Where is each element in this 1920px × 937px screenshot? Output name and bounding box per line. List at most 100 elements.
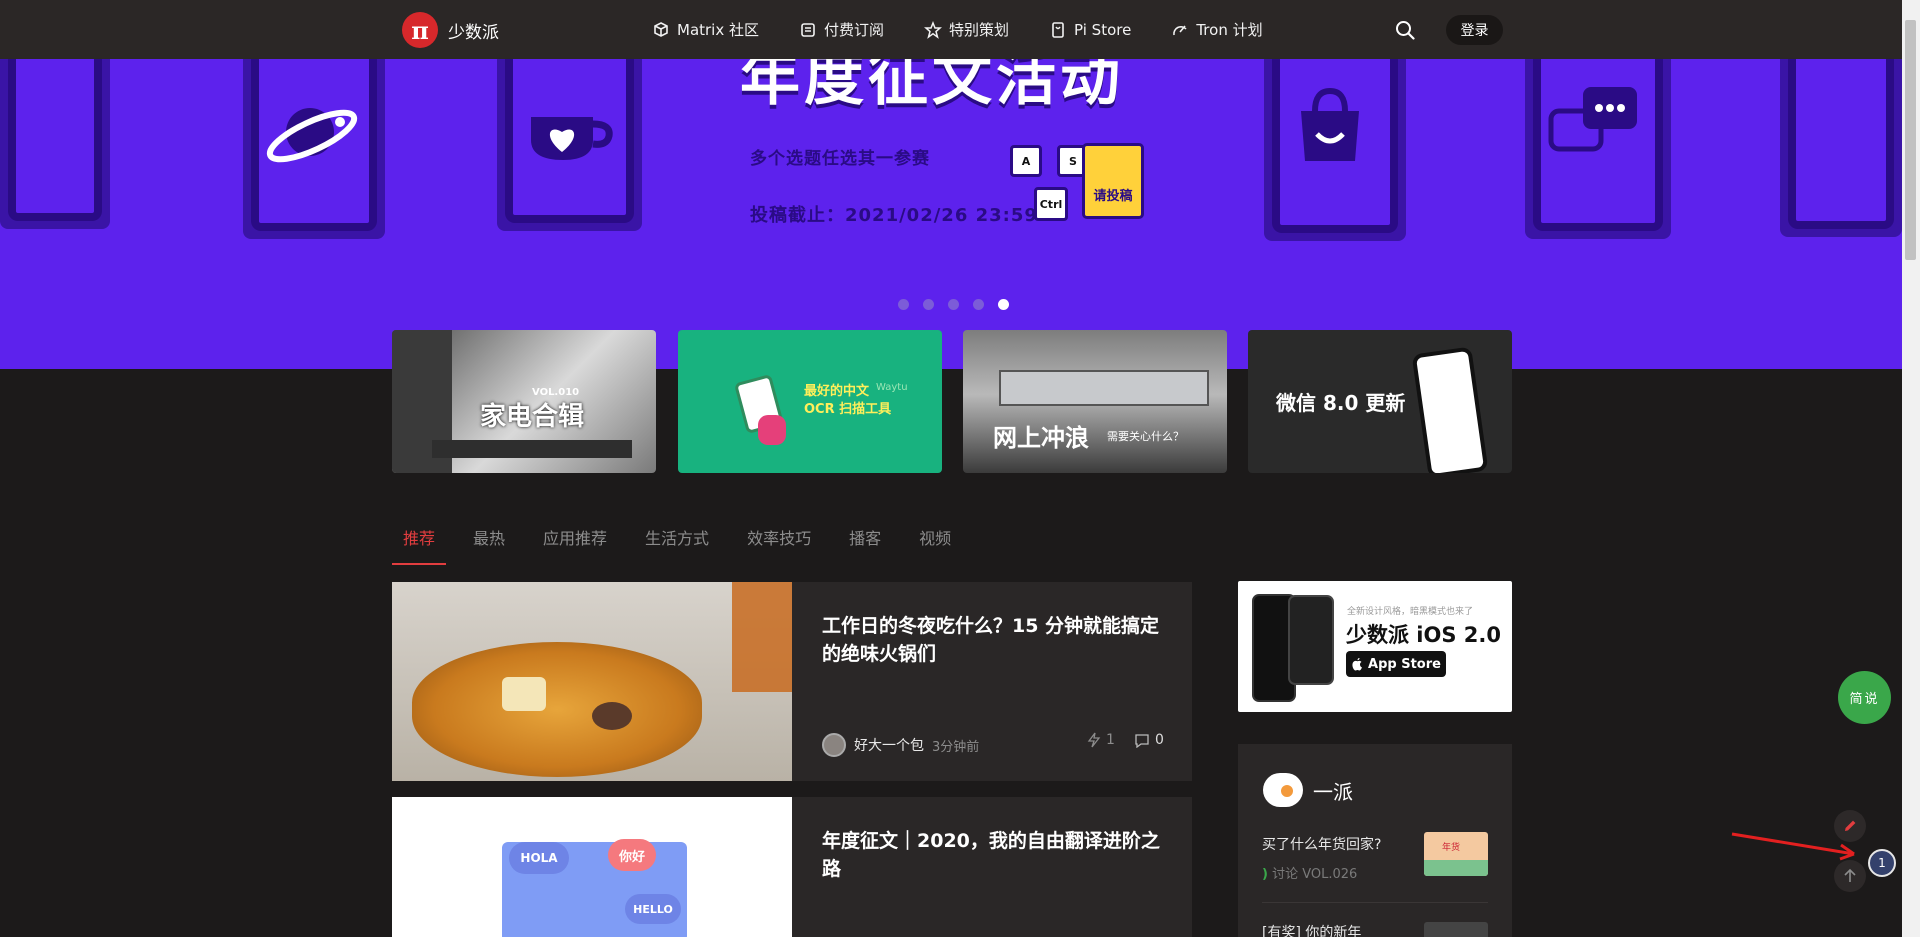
author-avatar[interactable] [822,733,846,757]
hotpot-bowl [412,642,702,777]
mushroom-piece [592,702,632,730]
submit-key: 请投稿 [1082,143,1144,219]
search-icon[interactable] [1395,20,1415,40]
login-button[interactable]: 登录 [1446,15,1503,45]
carousel-dot-active[interactable] [998,299,1009,310]
tile-ocr[interactable]: 最好的中文 Waytu OCR 扫描工具 [678,330,942,473]
red-arrow-annotation [1731,832,1855,861]
category-tabs: 推荐 最热 应用推荐 生活方式 效率技巧 播客 视频 [392,525,978,565]
tab-hot[interactable]: 最热 [462,525,516,565]
nav-label: 特别策划 [949,21,1010,39]
counter-graphic [432,440,632,458]
like-count[interactable]: 1 [1087,732,1115,748]
speech-bubble: 你好 [608,839,656,871]
nav-item-special[interactable]: 特别策划 [924,19,1009,40]
tea-glass [732,582,792,692]
star-icon [924,20,943,39]
tab-podcast[interactable]: 播客 [838,525,892,565]
cube-icon [654,21,668,37]
tile-title: 微信 8.0 更新 [1276,391,1406,415]
carousel-dot[interactable] [923,299,934,310]
store-icon [1052,21,1064,38]
publish-time: 3分钟前 [932,739,980,755]
nav-label: 付费订阅 [824,21,885,39]
yipai-title: 一派 [1313,780,1353,804]
decor-card [1780,59,1902,237]
banner-subtitle: 多个选题任选其一参赛 [750,149,930,169]
tron-icon [1173,24,1187,35]
main-nav: Matrix 社区 付费订阅 特别策划 Pi Store Tron 计划 [652,0,1263,59]
article-title[interactable]: 工作日的冬夜吃什么？15 分钟就能搞定的绝味火锅们 [822,612,1167,668]
logo-glyph: π [411,15,429,45]
tile-subtitle: 需要关心什么？ [1107,430,1184,443]
phone-mockup [1288,595,1334,685]
article-card[interactable]: HOLA 你好 HELLO 年度征文｜2020，我的自由翻译进阶之路 [392,797,1192,937]
article-image [392,582,792,781]
tile-wechat[interactable]: 微信 8.0 更新 [1248,330,1512,473]
ios-app-ad[interactable]: 全新设计风格，暗黑模式也来了 少数派 iOS 2.0 App Store [1238,581,1512,712]
nav-item-pi-store[interactable]: Pi Store [1049,21,1131,39]
carousel-dot[interactable] [948,299,959,310]
yipai-question[interactable]: 买了什么年货回家? [1262,834,1381,854]
notification-badge[interactable]: 1 [1868,849,1896,877]
quick-post-button[interactable]: 简说 [1838,671,1891,724]
planet-icon [266,108,358,163]
article-title[interactable]: 年度征文｜2020，我的自由翻译进阶之路 [822,827,1167,883]
bubble-text: HELLO [633,902,673,916]
thumb-text: 年货 [1442,843,1461,853]
bubble-text: HOLA [520,851,558,865]
speech-bubble: HOLA [509,842,569,874]
tab-recommended[interactable]: 推荐 [392,525,447,565]
sound-wave-icon: ) [1262,867,1268,882]
article-card[interactable]: 工作日的冬夜吃什么？15 分钟就能搞定的绝味火锅们 好大一个包 3分钟前 1 0 [392,582,1192,781]
tab-video[interactable]: 视频 [908,525,962,565]
nav-item-matrix[interactable]: Matrix 社区 [652,19,759,40]
ad-tagline: 全新设计风格，暗黑模式也来了 [1347,607,1474,617]
carousel-dot[interactable] [973,299,984,310]
tile-surfing[interactable]: 网上冲浪 需要关心什么？ [963,330,1227,473]
tile-title: 最好的中文 [804,384,870,399]
tile-title: 家电合辑 [480,402,585,432]
tile-appliances[interactable]: VOL.010 家电合辑 [392,330,656,473]
banner-title: 年度征文活动 [740,59,1124,114]
article-meta: 好大一个包 3分钟前 [822,733,979,757]
scrollbar-thumb[interactable] [1905,20,1916,260]
carousel-dots [898,299,1009,310]
author-name[interactable]: 好大一个包 [854,735,924,755]
hero-banner[interactable]: 年度征文活动 多个选题任选其一参赛 投稿截止：2021/02/26 23:59 … [0,59,1902,369]
nav-label: Tron 计划 [1196,21,1263,39]
phone-graphic [1411,346,1489,473]
tile-badge: Waytu [876,382,908,393]
logo-icon[interactable]: π [402,12,438,48]
key-a: A [1010,145,1042,177]
thumb-band [1424,860,1488,876]
carousel-dot[interactable] [898,299,909,310]
yipai-tag[interactable]: ) 讨论 VOL.026 [1262,863,1357,882]
nav-label: Matrix 社区 [677,21,759,39]
yipai-next-thumb [1424,922,1488,937]
nav-item-subscription[interactable]: 付费订阅 [799,19,884,40]
subscription-icon [801,22,815,37]
tab-lifestyle[interactable]: 生活方式 [634,525,720,565]
bubble-text: 你好 [618,849,645,865]
yipai-thumbnail[interactable]: 年货 [1424,832,1488,876]
decor-card [0,59,110,229]
comment-count[interactable]: 0 [1134,732,1164,748]
hand-graphic [758,415,786,445]
tab-apps[interactable]: 应用推荐 [532,525,618,565]
back-to-top-button[interactable] [1834,860,1866,892]
speech-bubble: HELLO [625,894,681,924]
yipai-next-item[interactable]: [有奖] 你的新年 [1262,922,1361,937]
nav-label: Pi Store [1074,20,1132,39]
tile-subtitle: OCR 扫描工具 [804,402,892,417]
brand-name[interactable]: 少数派 [448,18,499,43]
article-image: HOLA 你好 HELLO [392,797,792,937]
app-store-badge[interactable]: App Store [1346,651,1446,677]
yipai-tag-label: 讨论 VOL.026 [1272,867,1358,882]
yipai-panel: 一派 买了什么年货回家? ) 讨论 VOL.026 年货 [有奖] 你的新年 [1238,744,1512,937]
nav-item-tron[interactable]: Tron 计划 [1171,19,1263,40]
chat-bubble-icon [1548,87,1637,152]
tab-productivity[interactable]: 效率技巧 [736,525,822,565]
pizza-icon [1278,782,1296,800]
yipai-divider [1262,902,1488,903]
